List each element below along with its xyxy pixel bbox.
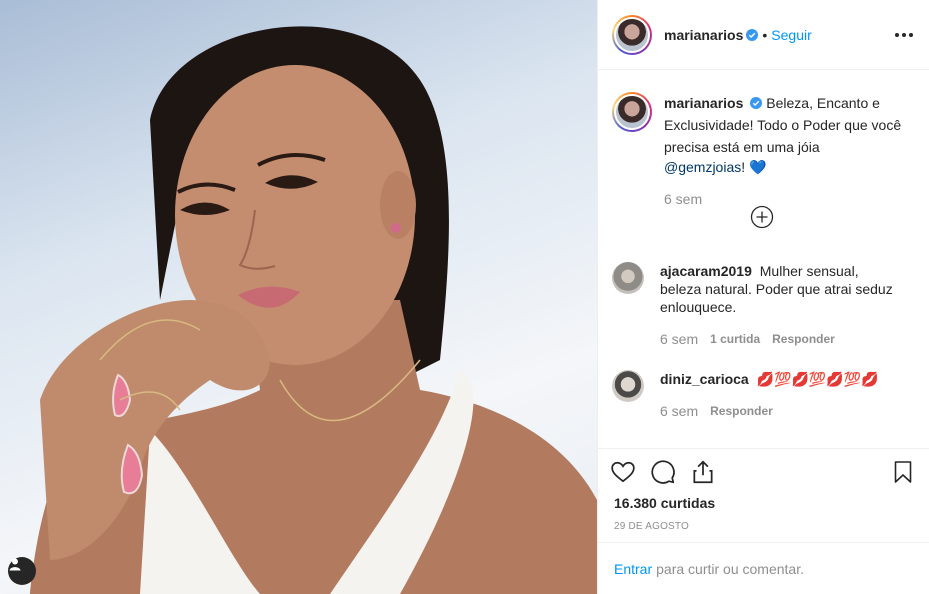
caption-time[interactable]: 6 sem <box>664 190 702 208</box>
post-photo[interactable] <box>0 0 597 594</box>
add-comment-bar: Entrar para curtir ou comentar. <box>598 542 929 594</box>
comment-text: 💋💯💋💯💋💯💋 <box>756 371 879 387</box>
post-date[interactable]: 29 DE AGOSTO <box>598 511 929 532</box>
heart-icon[interactable] <box>610 459 636 485</box>
reply-button[interactable]: Responder <box>772 330 835 348</box>
comment-item: ajacaram2019 Mulher sensual, beleza natu… <box>612 262 915 348</box>
caption-username[interactable]: marianarios <box>664 95 743 111</box>
follow-button[interactable]: Seguir <box>771 27 811 43</box>
caption-mention[interactable]: @gemzjoias <box>664 159 741 175</box>
verified-icon <box>746 28 759 41</box>
post-header: marianarios • Seguir <box>598 0 929 70</box>
load-more-icon[interactable] <box>750 205 774 229</box>
portrait-illustration <box>30 26 597 594</box>
avatar[interactable] <box>612 14 652 55</box>
comment-icon[interactable] <box>650 459 676 485</box>
instagram-post-view: marianarios • Seguir marianarios Beleza,… <box>0 0 929 594</box>
caption-avatar[interactable] <box>612 92 652 132</box>
verified-icon <box>750 97 763 109</box>
comment-avatar[interactable] <box>612 370 644 402</box>
user-tag-icon[interactable] <box>8 557 36 585</box>
post-username[interactable]: marianarios <box>664 27 743 43</box>
login-link[interactable]: Entrar <box>614 561 652 577</box>
comment-likes[interactable]: 1 curtida <box>710 330 760 348</box>
comment-item: diniz_carioca 💋💯💋💯💋💯💋 6 sem Responder <box>612 370 915 420</box>
caption-emoji: 💙 <box>749 159 767 175</box>
reply-button[interactable]: Responder <box>710 402 773 420</box>
post-side-panel: marianarios • Seguir marianarios Beleza,… <box>597 0 929 594</box>
add-comment-text: para curtir ou comentar. <box>656 560 804 577</box>
separator-dot: • <box>762 26 768 43</box>
comment-username[interactable]: ajacaram2019 <box>660 263 752 279</box>
bookmark-icon[interactable] <box>891 459 915 485</box>
comment-username[interactable]: diniz_carioca <box>660 371 749 387</box>
likes-count[interactable]: 16.380 curtidas <box>598 485 929 511</box>
caption-suffix: ! <box>741 159 746 175</box>
post-actions: 16.380 curtidas 29 DE AGOSTO <box>598 448 929 543</box>
comment-avatar[interactable] <box>612 262 644 294</box>
comment-time[interactable]: 6 sem <box>660 330 698 348</box>
comment-time[interactable]: 6 sem <box>660 402 698 420</box>
caption: marianarios Beleza, Encanto e Exclusivid… <box>612 92 915 208</box>
more-icon[interactable] <box>895 32 913 37</box>
share-icon[interactable] <box>690 459 716 485</box>
